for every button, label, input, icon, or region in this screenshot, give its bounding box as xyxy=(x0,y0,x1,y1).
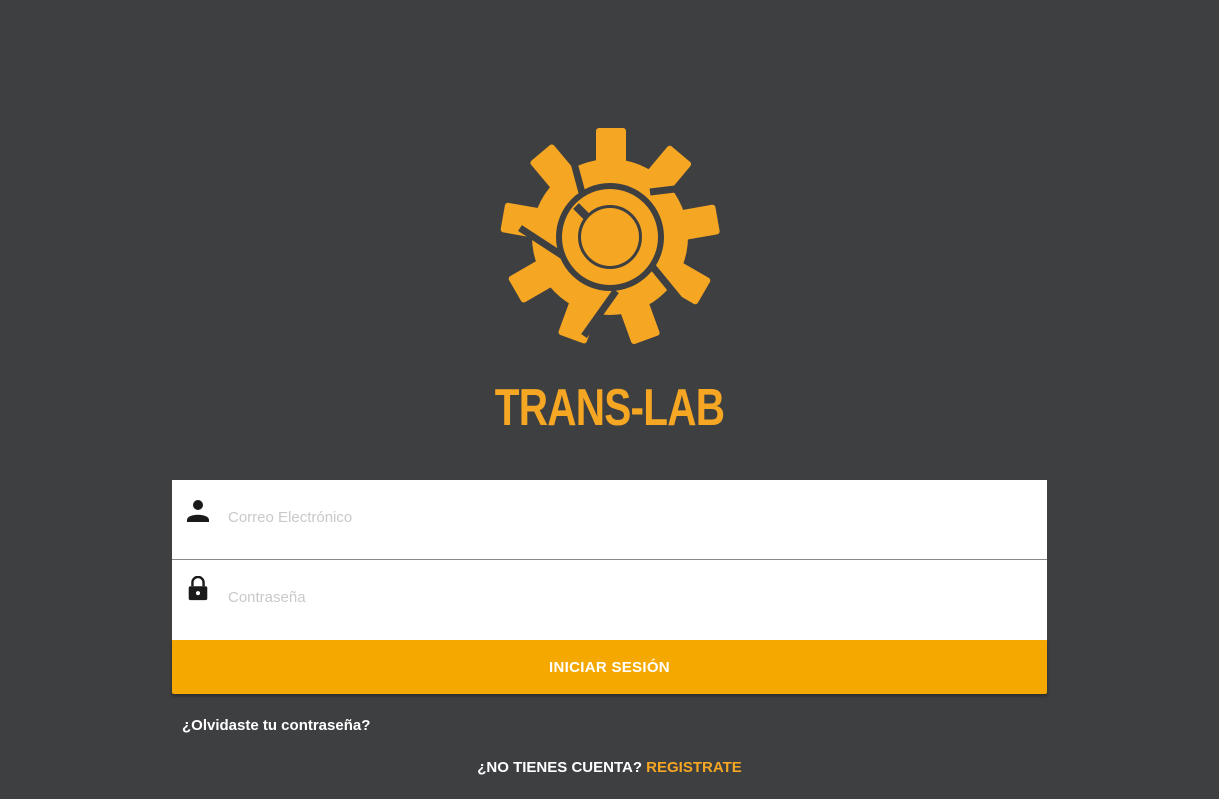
login-button[interactable]: INICIAR SESIÓN xyxy=(172,640,1047,694)
email-field[interactable] xyxy=(228,502,1008,532)
signup-question: ¿NO TIENES CUENTA? xyxy=(477,759,642,776)
password-field[interactable] xyxy=(228,582,1008,612)
login-form: INICIAR SESIÓN xyxy=(172,480,1047,694)
gear-logo-icon xyxy=(500,128,720,345)
brand-title: TRANS-LAB xyxy=(494,379,725,437)
person-icon xyxy=(187,500,209,522)
register-link[interactable]: REGISTRATE xyxy=(646,759,742,776)
login-page: TRANS-LAB INICIAR SESIÓN ¿Olvidaste tu c… xyxy=(0,0,1219,799)
lock-icon xyxy=(188,576,208,601)
signup-prompt: ¿NO TIENES CUENTA? REGISTRATE xyxy=(0,758,1219,778)
forgot-password-link[interactable]: ¿Olvidaste tu contraseña? xyxy=(182,716,370,736)
email-field-row xyxy=(172,480,1047,560)
password-field-row xyxy=(172,560,1047,640)
